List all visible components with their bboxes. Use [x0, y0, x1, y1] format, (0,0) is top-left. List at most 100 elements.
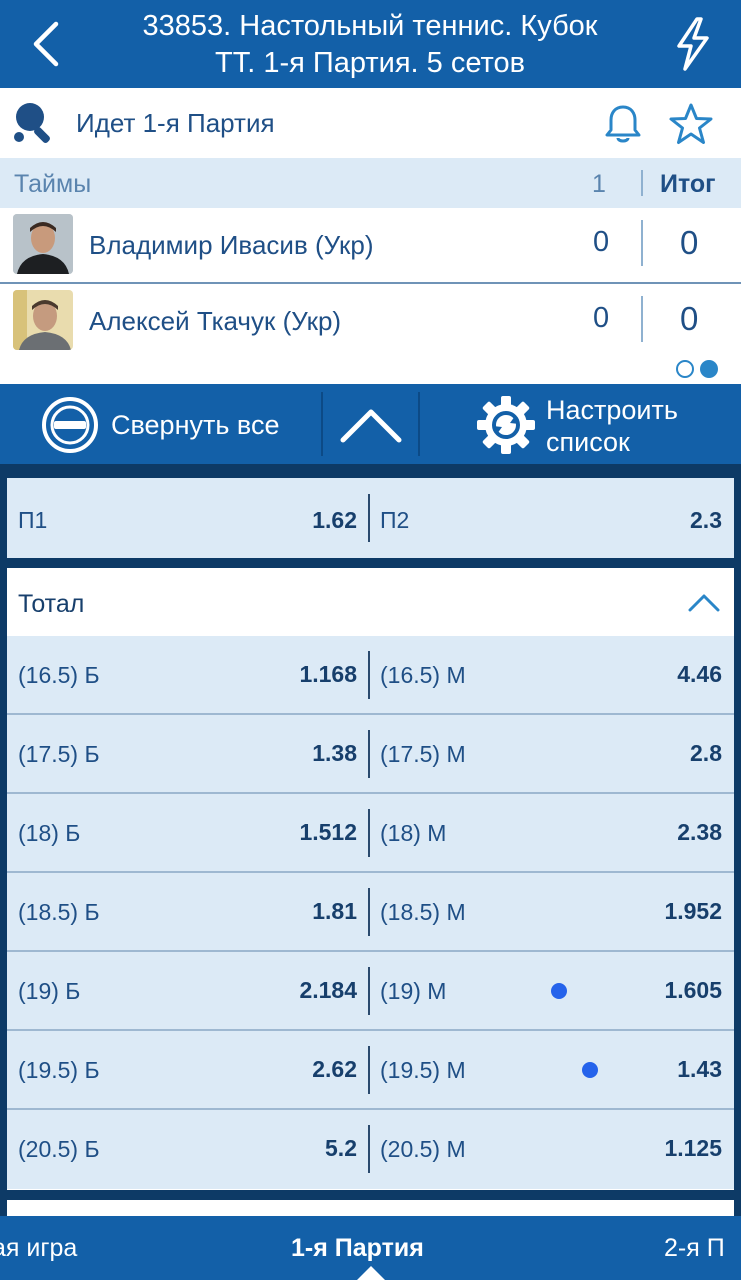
odds-under-label[interactable]: (19) М: [380, 978, 446, 1005]
odds-divider: [368, 1046, 370, 1094]
total-column-header: Итог: [660, 170, 716, 198]
odds-under-label[interactable]: (17.5) М: [380, 741, 466, 768]
odds-divider: [368, 730, 370, 778]
touch-indicator-dot: [582, 1062, 598, 1078]
total-market-card: Тотал (16.5) Б 1.168 (16.5) М 4.46 (17.5…: [7, 568, 734, 1190]
odds-under-label[interactable]: (18.5) М: [380, 899, 466, 926]
top-app-bar: 33853. Настольный теннис. Кубок ТТ. 1-я …: [0, 0, 741, 88]
odds-row: (18.5) Б 1.81 (18.5) М 1.952: [7, 873, 734, 952]
odds-under-value[interactable]: 2.8: [690, 740, 722, 767]
odds-over-label[interactable]: (20.5) Б: [18, 1136, 100, 1163]
lightning-icon[interactable]: [671, 16, 715, 72]
odds-divider: [368, 967, 370, 1015]
odds-row: (16.5) Б 1.168 (16.5) М 4.46: [7, 636, 734, 715]
avatar: [13, 290, 73, 350]
odds-over-label[interactable]: (19) Б: [18, 978, 80, 1005]
odds-under-label[interactable]: (18) М: [380, 820, 446, 847]
avatar: [13, 214, 73, 274]
scoreboard-players[interactable]: Владимир Ивасив (Укр) 0 0 Алексей Ткачук…: [0, 208, 741, 384]
odds-under-value[interactable]: 4.46: [677, 661, 722, 688]
odds-row: (19) Б 2.184 (19) М 1.605: [7, 952, 734, 1031]
column-divider: [641, 296, 643, 342]
page-indicator[interactable]: [676, 360, 724, 383]
bell-icon[interactable]: [603, 102, 643, 146]
player-set-score: 0: [593, 226, 610, 258]
odds-over-value[interactable]: 1.81: [312, 898, 357, 925]
configure-list-label-line2: список: [546, 427, 630, 457]
odds-under-value[interactable]: 1.43: [677, 1056, 722, 1083]
active-tab-caret: [357, 1266, 385, 1280]
odds-divider: [368, 809, 370, 857]
table-tennis-icon: [14, 103, 50, 143]
match-status-bar: Идет 1-я Партия: [0, 88, 741, 158]
odds-divider: [368, 494, 370, 542]
odds-under-value[interactable]: 1.605: [664, 977, 722, 1004]
market-title[interactable]: Тотал: [18, 590, 84, 619]
odds-divider: [368, 1125, 370, 1173]
odds-row: (18) Б 1.512 (18) М 2.38: [7, 794, 734, 873]
odds-left-label[interactable]: П1: [18, 507, 47, 534]
odds-under-label[interactable]: (20.5) М: [380, 1136, 466, 1163]
odds-right-label[interactable]: П2: [380, 507, 409, 534]
next-market-card: [7, 1200, 734, 1216]
player-set-score: 0: [593, 302, 610, 334]
odds-under-value[interactable]: 2.38: [677, 819, 722, 846]
collapse-all-button[interactable]: Свернуть все: [0, 384, 320, 464]
tab-set-2[interactable]: 2-я П: [664, 1234, 725, 1263]
odds-row: (17.5) Б 1.38 (17.5) М 2.8: [7, 715, 734, 794]
markets-toolbar: Свернуть все Настроить список: [0, 384, 741, 464]
odds-over-label[interactable]: (16.5) Б: [18, 662, 100, 689]
odds-under-value[interactable]: 1.125: [664, 1135, 722, 1162]
column-divider: [641, 220, 643, 266]
odds-under-label[interactable]: (16.5) М: [380, 662, 466, 689]
odds-over-value[interactable]: 1.168: [299, 661, 357, 688]
odds-over-label[interactable]: (18) Б: [18, 820, 80, 847]
player-row: Владимир Ивасив (Укр) 0 0: [0, 208, 741, 284]
odds-divider: [368, 888, 370, 936]
odds-over-value[interactable]: 1.38: [312, 740, 357, 767]
odds-under-label[interactable]: (19.5) М: [380, 1057, 466, 1084]
configure-list-label-line1: Настроить: [546, 395, 678, 425]
odds-over-value[interactable]: 2.62: [312, 1056, 357, 1083]
chevron-up-icon: [340, 409, 402, 443]
configure-list-button[interactable]: Настроить список: [420, 384, 741, 464]
odds-over-label[interactable]: (19.5) Б: [18, 1057, 100, 1084]
column-divider: [641, 170, 643, 196]
markets-list[interactable]: П1 1.62 П2 2.3 Тотал (16.5) Б 1.168 (16.…: [0, 464, 741, 1216]
odds-divider: [368, 651, 370, 699]
scoreboard-label: Таймы: [14, 170, 92, 198]
back-chevron-icon[interactable]: [26, 20, 66, 68]
odds-left-value[interactable]: 1.62: [312, 507, 357, 534]
odds-over-value[interactable]: 5.2: [325, 1135, 357, 1162]
player-name: Алексей Ткачук (Укр): [89, 306, 342, 336]
favorite-star-icon[interactable]: [668, 102, 714, 146]
player-total-score: 0: [680, 224, 699, 261]
chevron-up-icon[interactable]: [688, 590, 720, 614]
total-rows: (16.5) Б 1.168 (16.5) М 4.46 (17.5) Б 1.…: [7, 636, 734, 1189]
page-title-line1: 33853. Настольный теннис. Кубок: [142, 10, 598, 42]
tab-set-1[interactable]: 1-я Партия: [291, 1234, 424, 1263]
odds-row: (20.5) Б 5.2 (20.5) М 1.125: [7, 1110, 734, 1189]
player-name: Владимир Ивасив (Укр): [89, 230, 374, 260]
configure-list-label: Настроить список: [546, 394, 678, 458]
outcome-1x2-row: П1 1.62 П2 2.3: [7, 478, 734, 558]
odds-under-value[interactable]: 1.952: [664, 898, 722, 925]
page-dot-inactive[interactable]: [676, 360, 694, 378]
player-total-score: 0: [680, 300, 699, 337]
player-row: Алексей Ткачук (Укр) 0 0: [0, 284, 741, 358]
period-tabs: ая игра 1-я Партия 2-я П: [0, 1216, 741, 1280]
touch-indicator-dot: [551, 983, 567, 999]
collapse-all-label: Свернуть все: [111, 410, 280, 440]
page-title: 33853. Настольный теннис. Кубок ТТ. 1-я …: [90, 8, 650, 82]
odds-over-label[interactable]: (18.5) Б: [18, 899, 100, 926]
odds-over-value[interactable]: 1.512: [299, 819, 357, 846]
odds-over-value[interactable]: 2.184: [299, 977, 357, 1004]
odds-over-label[interactable]: (17.5) Б: [18, 741, 100, 768]
tab-full-match[interactable]: ая игра: [0, 1234, 77, 1263]
scoreboard-header: Таймы 1 Итог: [0, 158, 741, 208]
page-dot-active[interactable]: [700, 360, 718, 378]
match-status-text: Идет 1-я Партия: [76, 108, 275, 138]
scroll-up-button[interactable]: [323, 384, 418, 464]
odds-right-value[interactable]: 2.3: [690, 507, 722, 534]
gear-refresh-icon: [477, 396, 535, 454]
